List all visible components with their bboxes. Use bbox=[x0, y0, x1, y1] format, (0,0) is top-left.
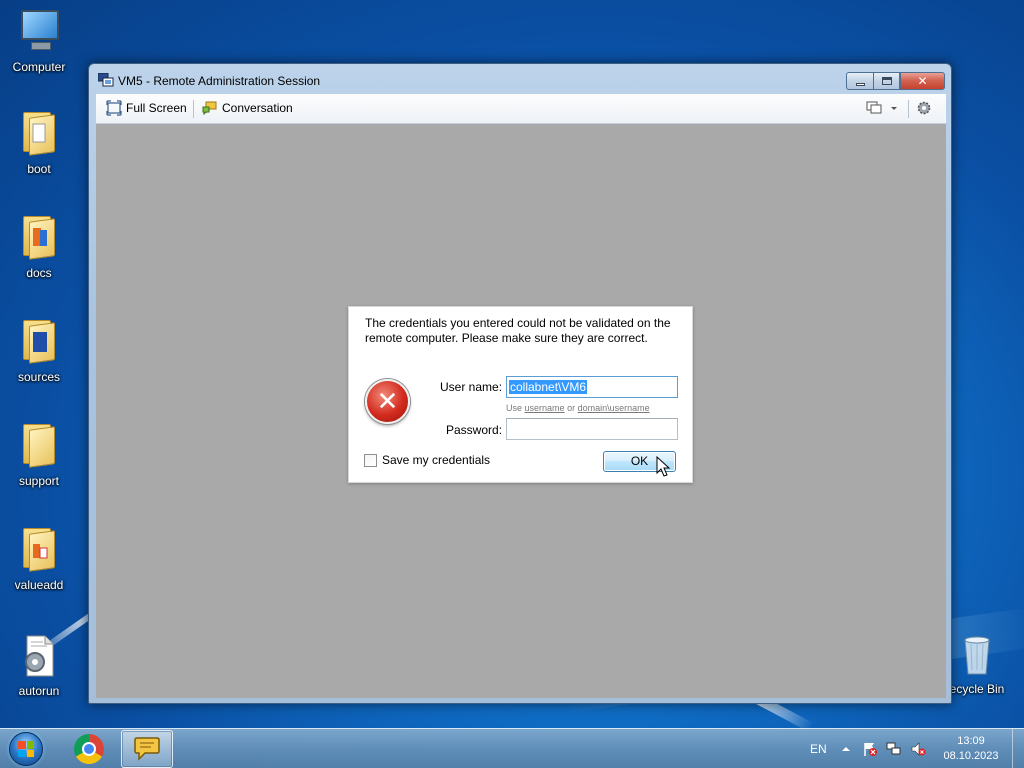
username-hint: Use username or domain\username bbox=[506, 403, 650, 413]
password-label: Password: bbox=[446, 423, 503, 437]
remote-session-icon bbox=[98, 73, 114, 87]
session-toolbar: Full Screen Conversation bbox=[96, 94, 946, 124]
monitor-dropdown-icon bbox=[866, 101, 897, 114]
network-icon[interactable] bbox=[886, 741, 902, 757]
taskbar-chrome-button[interactable] bbox=[63, 730, 115, 768]
window-title: VM5 - Remote Administration Session bbox=[118, 74, 321, 88]
conversation-label: Conversation bbox=[222, 101, 293, 115]
username-hint-link: username bbox=[524, 403, 565, 413]
full-screen-label: Full Screen bbox=[126, 101, 187, 115]
desktop-icon-valueadd[interactable]: valueadd bbox=[1, 526, 77, 592]
action-center-flag-icon[interactable] bbox=[862, 741, 878, 757]
title-bar[interactable]: VM5 - Remote Administration Session ✕ bbox=[89, 64, 951, 94]
domain-username-hint-link: domain\username bbox=[577, 403, 650, 413]
minimize-icon bbox=[855, 82, 865, 86]
desktop-icon-label: support bbox=[18, 474, 60, 488]
computer-icon bbox=[15, 8, 63, 56]
username-value: collabnet\VM6 bbox=[509, 380, 588, 394]
display-options-button[interactable] bbox=[866, 100, 900, 116]
folder-icon bbox=[15, 422, 63, 470]
toolbar-separator bbox=[193, 100, 194, 118]
username-label: User name: bbox=[440, 380, 503, 394]
save-credentials-checkbox[interactable] bbox=[364, 453, 377, 467]
close-button[interactable]: ✕ bbox=[900, 72, 945, 90]
desktop-icon-label: Computer bbox=[12, 60, 66, 74]
folder-icon bbox=[15, 110, 63, 158]
desktop-icon-computer[interactable]: Computer bbox=[1, 8, 77, 74]
gear-icon bbox=[917, 101, 931, 115]
error-message: The credentials you entered could not be… bbox=[365, 316, 671, 345]
chrome-icon bbox=[74, 734, 104, 764]
conversation-button[interactable]: Conversation bbox=[202, 100, 293, 116]
toolbar-separator bbox=[908, 100, 909, 118]
folder-icon bbox=[15, 526, 63, 574]
password-field[interactable] bbox=[506, 418, 678, 440]
start-button[interactable] bbox=[4, 730, 50, 768]
full-screen-button[interactable]: Full Screen bbox=[106, 100, 187, 116]
clock-time: 13:09 bbox=[957, 735, 985, 747]
full-screen-icon bbox=[106, 100, 122, 116]
mouse-cursor-icon bbox=[656, 456, 670, 477]
language-indicator[interactable]: EN bbox=[810, 729, 827, 768]
desktop-icon-label: boot bbox=[27, 162, 51, 176]
folder-icon bbox=[15, 318, 63, 366]
recycle-bin-icon bbox=[953, 630, 1001, 678]
folder-icon bbox=[15, 214, 63, 262]
desktop-icon-sources[interactable]: sources bbox=[1, 318, 77, 384]
conversation-app-icon bbox=[134, 737, 160, 761]
desktop-icon-autorun[interactable]: autorun bbox=[1, 632, 77, 698]
settings-button[interactable] bbox=[916, 100, 932, 116]
desktop-icon-boot[interactable]: boot bbox=[1, 110, 77, 176]
desktop-icon-label: valueadd bbox=[14, 578, 64, 592]
taskbar: EN 13:09 08.10.2023 bbox=[0, 728, 1024, 768]
taskbar-clock[interactable]: 13:09 08.10.2023 bbox=[938, 734, 1004, 764]
desktop-icon-label: sources bbox=[17, 370, 61, 384]
minimize-button[interactable] bbox=[846, 72, 873, 90]
desktop-icon-docs[interactable]: docs bbox=[1, 214, 77, 280]
show-desktop-button[interactable] bbox=[1012, 729, 1024, 768]
conversation-icon bbox=[202, 101, 217, 116]
volume-muted-icon[interactable] bbox=[910, 741, 926, 757]
close-icon: ✕ bbox=[917, 74, 928, 88]
show-hidden-icons-icon[interactable] bbox=[838, 741, 854, 757]
save-credentials-label: Save my credentials bbox=[382, 453, 491, 467]
error-icon: ✕ bbox=[365, 379, 410, 424]
maximize-icon bbox=[881, 77, 892, 85]
desktop-icon-label: docs bbox=[26, 266, 52, 280]
maximize-button[interactable] bbox=[873, 72, 900, 90]
desktop-icon-label: autorun bbox=[18, 684, 60, 698]
credentials-dialog: The credentials you entered could not be… bbox=[348, 306, 693, 483]
settings-file-icon bbox=[15, 632, 63, 680]
username-field[interactable]: collabnet\VM6 bbox=[506, 376, 678, 398]
clock-date: 08.10.2023 bbox=[943, 750, 999, 762]
desktop-icon-support[interactable]: support bbox=[1, 422, 77, 488]
taskbar-remote-session-button[interactable] bbox=[121, 730, 173, 768]
save-credentials-option[interactable]: Save my credentials bbox=[364, 453, 490, 467]
